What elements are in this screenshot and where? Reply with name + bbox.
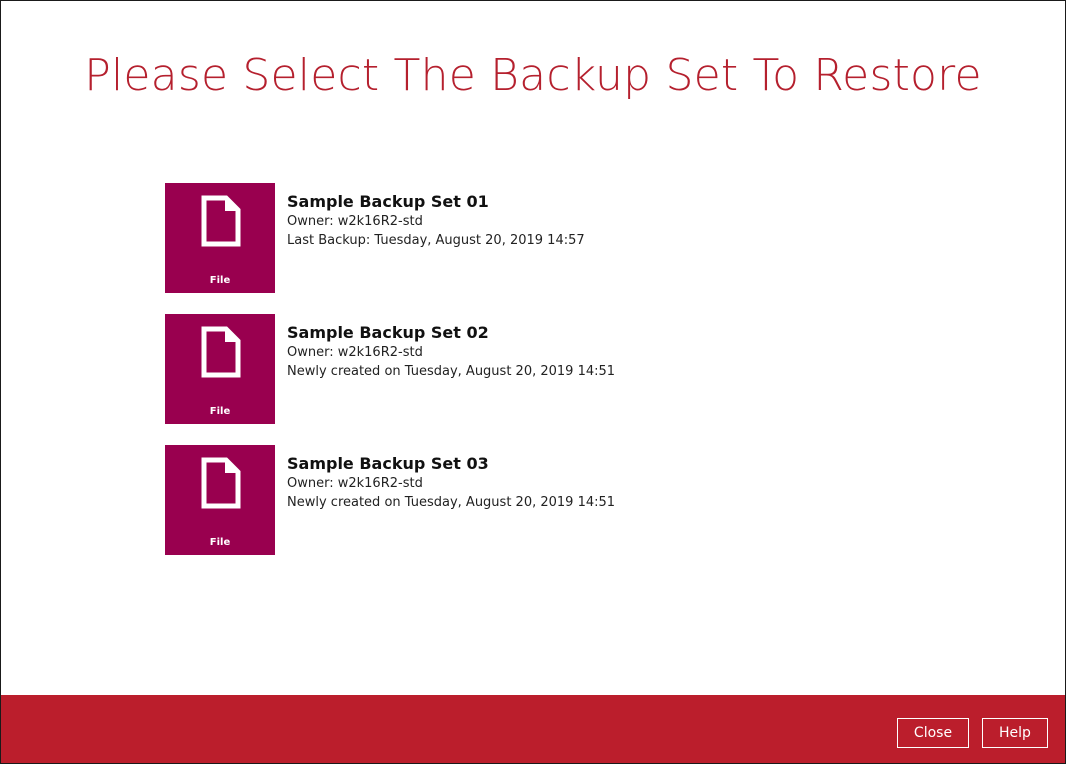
restore-window: Please Select The Backup Set To Restore … xyxy=(0,0,1066,764)
footer-bar: Close Help xyxy=(1,695,1065,763)
tile-label: File xyxy=(209,275,231,286)
backup-set-owner: Owner: w2k16R2-std xyxy=(287,214,423,229)
backup-set-name[interactable]: Sample Backup Set 01 xyxy=(287,192,585,212)
backup-set-status: Last Backup: Tuesday, August 20, 2019 14… xyxy=(287,233,585,248)
backup-set-info: Sample Backup Set 03 Owner: w2k16R2-std … xyxy=(287,454,615,512)
page-title: Please Select The Backup Set To Restore xyxy=(84,50,982,101)
tile-label: File xyxy=(209,537,231,548)
close-button[interactable]: Close xyxy=(897,718,969,748)
backup-set-name[interactable]: Sample Backup Set 02 xyxy=(287,323,615,343)
tile-label: File xyxy=(209,406,231,417)
backup-set-tile[interactable]: File xyxy=(165,445,275,555)
backup-set-tile[interactable]: File xyxy=(165,183,275,293)
file-icon xyxy=(201,326,241,378)
backup-set-name[interactable]: Sample Backup Set 03 xyxy=(287,454,615,474)
backup-set-status: Newly created on Tuesday, August 20, 201… xyxy=(287,364,616,379)
backup-set-tile[interactable]: File xyxy=(165,314,275,424)
file-icon xyxy=(201,457,241,509)
backup-set-status: Newly created on Tuesday, August 20, 201… xyxy=(287,495,616,510)
backup-set-owner: Owner: w2k16R2-std xyxy=(287,476,423,491)
help-button[interactable]: Help xyxy=(982,718,1048,748)
backup-set-owner: Owner: w2k16R2-std xyxy=(287,345,423,360)
file-icon xyxy=(201,195,241,247)
backup-set-info: Sample Backup Set 01 Owner: w2k16R2-std … xyxy=(287,192,585,250)
backup-set-info: Sample Backup Set 02 Owner: w2k16R2-std … xyxy=(287,323,615,381)
